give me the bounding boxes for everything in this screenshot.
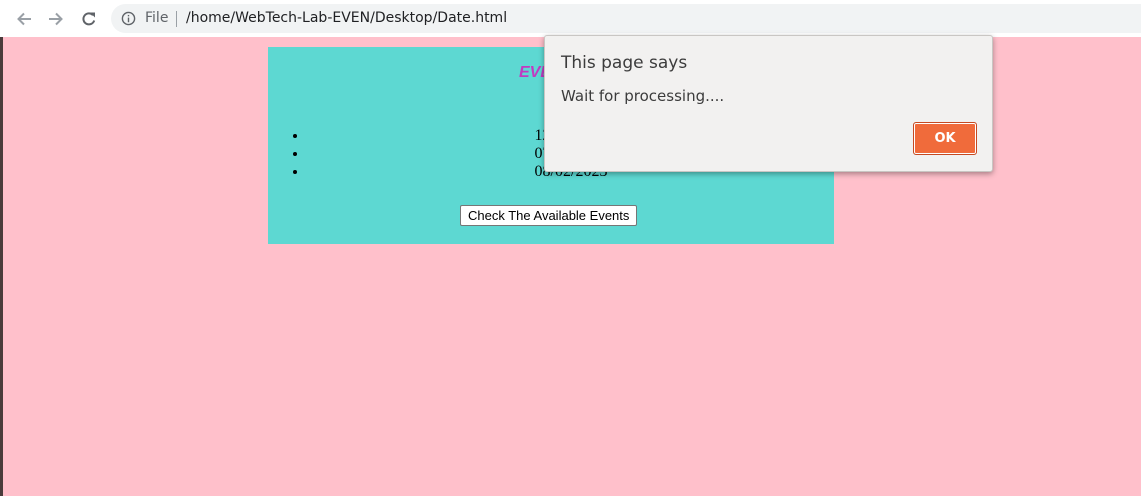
address-separator	[176, 11, 177, 27]
back-button[interactable]	[12, 7, 36, 31]
arrow-right-icon	[49, 12, 63, 26]
reload-icon	[82, 12, 96, 26]
ok-button[interactable]: OK	[913, 122, 977, 155]
forward-button[interactable]	[44, 7, 68, 31]
scheme-label: File	[145, 10, 169, 26]
reload-button[interactable]	[77, 7, 101, 31]
address-bar[interactable]: File /home/WebTech-Lab-EVEN/Desktop/Date…	[111, 4, 1141, 33]
check-events-button[interactable]: Check The Available Events	[460, 205, 638, 226]
browser-toolbar: File /home/WebTech-Lab-EVEN/Desktop/Date…	[0, 0, 1141, 37]
arrow-left-icon	[17, 12, 31, 26]
dialog-title: This page says	[561, 53, 688, 73]
alert-dialog: This page says Wait for processing.... O…	[544, 35, 993, 172]
info-circle-icon[interactable]	[121, 11, 136, 26]
url-text[interactable]: /home/WebTech-Lab-EVEN/Desktop/Date.html	[186, 10, 507, 26]
dialog-message: Wait for processing....	[561, 87, 725, 105]
